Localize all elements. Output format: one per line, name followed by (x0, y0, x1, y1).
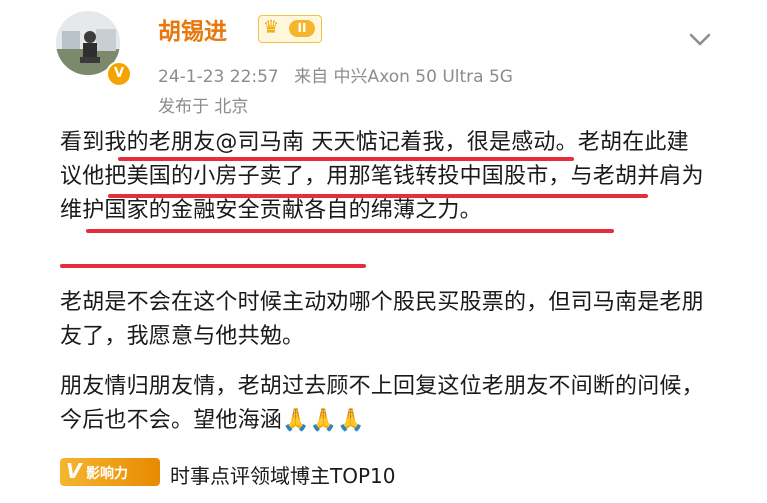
chevron-down-icon (689, 33, 711, 46)
more-options-button[interactable] (687, 26, 713, 52)
influence-label: 影响力 (86, 466, 128, 482)
blogger-rank[interactable]: 时事点评领域博主TOP10 (170, 460, 395, 489)
highlight-underline (108, 194, 648, 198)
verified-badge-icon: V (106, 61, 132, 87)
post-paragraph-2: 老胡是不会在这个时候主动劝哪个股民买股票的，但司马南是老朋友了，我愿意与他共勉。 (60, 290, 704, 349)
influence-badge[interactable]: V 影响力 (60, 458, 160, 486)
post-paragraph-3: 朋友情归朋友情，老胡过去顾不上回复这位老朋友不间断的问候，今后也不会。望他海涵🙏… (60, 374, 704, 433)
post-meta: 24-1-23 22:57 来自 中兴Axon 50 Ultra 5G (158, 62, 523, 87)
highlight-underline (86, 229, 614, 233)
highlight-underline (60, 264, 366, 268)
highlight-underline (118, 157, 574, 161)
post-date: 24-1-23 22:57 (158, 67, 279, 87)
post-location: 发布于 北京 (158, 97, 249, 117)
influence-icon: V (66, 459, 82, 483)
post-paragraph-1: 看到我的老朋友@司马南 天天惦记着我，很是感动。老胡在此建议他把美国的小房子卖了… (60, 130, 704, 223)
crown-icon: ♛ (263, 17, 280, 38)
vip-badge[interactable]: ♛ II (258, 15, 322, 43)
post-source: 来自 中兴Axon 50 Ultra 5G (294, 67, 513, 87)
username[interactable]: 胡锡进 (158, 12, 227, 46)
vip-level: II (289, 20, 315, 37)
